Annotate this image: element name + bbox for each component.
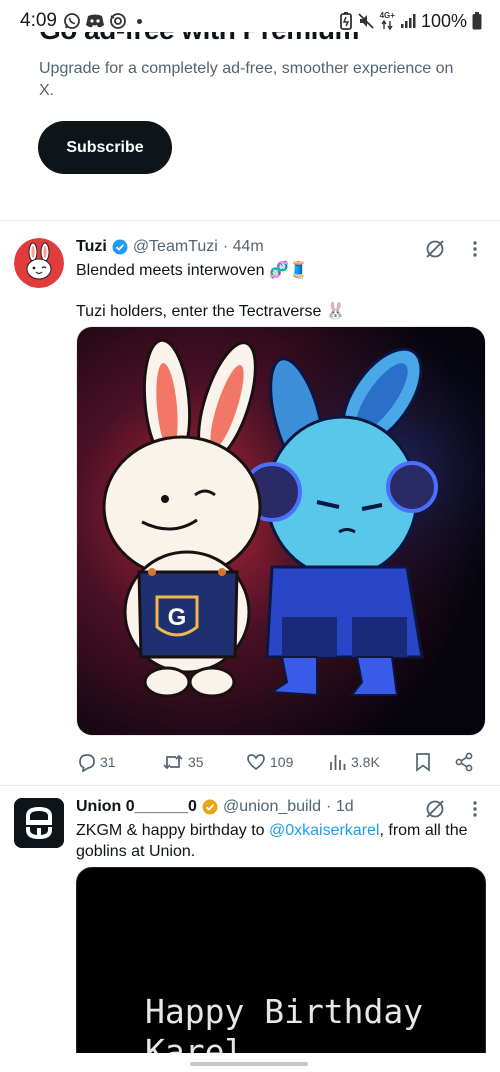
- tweet-text: ZKGM & happy birthday to @0xkaiserkarel,…: [76, 820, 476, 862]
- status-bar: 4:09 4G+ 100%: [0, 0, 500, 42]
- reply-button[interactable]: 31: [76, 752, 116, 772]
- union-logo-icon: [14, 798, 64, 848]
- home-indicator[interactable]: [190, 1062, 308, 1066]
- like-button[interactable]: 109: [246, 752, 293, 772]
- battery-percent: 100%: [420, 10, 467, 31]
- heart-icon: [247, 754, 265, 771]
- verified-badge-icon: [112, 239, 128, 255]
- status-time: 4:09: [20, 10, 57, 31]
- views-chart-icon: [330, 755, 346, 770]
- network-type: 4G+: [379, 11, 395, 20]
- verified-gold-badge-icon: [202, 799, 218, 815]
- grok-icon[interactable]: [424, 238, 446, 260]
- avatar[interactable]: [14, 238, 64, 288]
- tweet-header: Tuzi @TeamTuzi · 44m: [76, 238, 264, 256]
- mute-icon: [357, 13, 374, 29]
- reply-icon: [79, 754, 95, 772]
- tweet-tuzi[interactable]: Tuzi @TeamTuzi · 44m Blended meets inter…: [0, 222, 500, 785]
- discord-icon: [85, 14, 104, 28]
- avatar[interactable]: [14, 798, 64, 848]
- more-options-icon[interactable]: [472, 800, 478, 818]
- views-button[interactable]: 3.8K: [329, 752, 380, 772]
- tweet-union[interactable]: Union 0______0 @union_build · 1d ZKGM & …: [0, 786, 500, 1072]
- tweet-text-line-2: Tuzi holders, enter the Tectraverse 🐰: [76, 303, 346, 320]
- share-icon[interactable]: [454, 752, 474, 772]
- reply-count: 31: [100, 754, 116, 770]
- tweet-time: · 44m: [222, 238, 264, 255]
- subscribe-button[interactable]: Subscribe: [38, 121, 172, 174]
- grok-icon[interactable]: [424, 798, 446, 820]
- notification-dot-icon: [136, 18, 142, 24]
- tweet-media-image[interactable]: Happy Birthday Karel: [76, 867, 486, 1072]
- tweet-text-line-1: Blended meets interwoven 🧬🧵: [76, 262, 309, 279]
- views-count: 3.8K: [351, 754, 380, 770]
- battery-saver-icon: [339, 12, 352, 30]
- sync-icon: [110, 13, 126, 29]
- author-name[interactable]: Tuzi: [76, 238, 107, 256]
- retweet-icon: [163, 754, 183, 770]
- retweet-count: 35: [188, 754, 204, 770]
- bunnies-artwork: G: [77, 327, 485, 735]
- battery-icon: [472, 12, 482, 30]
- more-options-icon[interactable]: [472, 240, 478, 258]
- data-arrows-icon: [381, 20, 393, 30]
- tweet-actions: 31 35 109 3.8K: [76, 748, 480, 776]
- retweet-button[interactable]: 35: [162, 752, 204, 772]
- media-text-line-1: Happy Birthday: [145, 992, 424, 1031]
- mention-link[interactable]: @0xkaiserkarel: [269, 822, 380, 839]
- signal-icon: [400, 14, 416, 28]
- svg-text:G: G: [168, 604, 187, 631]
- tweet-text-start: ZKGM & happy birthday to: [76, 822, 269, 839]
- author-handle[interactable]: @union_build: [223, 798, 321, 816]
- tweet-media-image[interactable]: G: [76, 326, 486, 736]
- tweet-header: Union 0______0 @union_build · 1d: [76, 798, 354, 816]
- author-handle[interactable]: @TeamTuzi: [133, 238, 218, 256]
- tweet-time: · 1d: [326, 798, 354, 815]
- tuzi-avatar-image: [14, 238, 64, 288]
- bookmark-icon[interactable]: [414, 752, 432, 772]
- like-count: 109: [270, 754, 294, 770]
- whatsapp-icon: [64, 13, 80, 29]
- author-name[interactable]: Union 0______0: [76, 798, 197, 816]
- premium-description: Upgrade for a completely ad-free, smooth…: [39, 60, 454, 99]
